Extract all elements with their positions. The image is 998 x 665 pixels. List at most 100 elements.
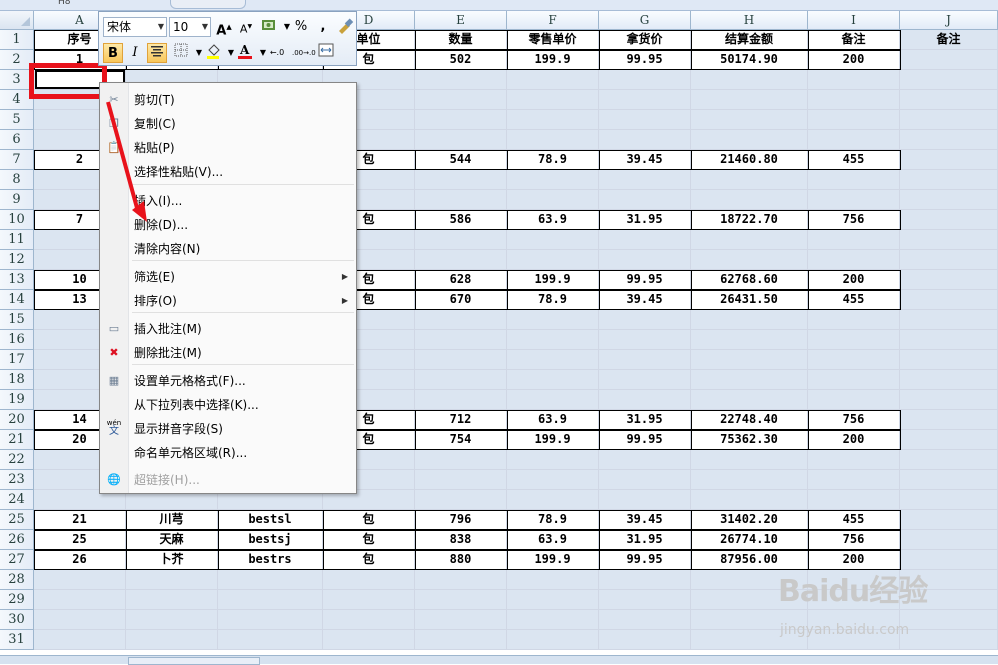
cell-f1[interactable]: 零售单价	[507, 30, 599, 50]
cell-f24[interactable]	[507, 490, 599, 510]
cell-f27[interactable]: 199.9	[507, 550, 599, 570]
row-header-14[interactable]: 14	[0, 290, 34, 310]
row-header-10[interactable]: 10	[0, 210, 34, 230]
cell-f21[interactable]: 199.9	[507, 430, 599, 450]
cell-i22[interactable]	[808, 450, 900, 470]
cell-i3[interactable]	[808, 70, 900, 90]
row-header-7[interactable]: 7	[0, 150, 34, 170]
cell-j24[interactable]	[900, 490, 998, 510]
cell-e20[interactable]: 712	[415, 410, 507, 430]
cell-j26[interactable]	[900, 530, 998, 550]
cell-i10[interactable]: 756	[808, 210, 900, 230]
cell-f19[interactable]	[507, 390, 599, 410]
cell-j11[interactable]	[900, 230, 998, 250]
cell-h11[interactable]	[691, 230, 808, 250]
menu-item-11[interactable]: ▦ 设置单元格格式(F)...	[100, 369, 356, 393]
cell-f25[interactable]: 78.9	[507, 510, 599, 530]
cell-h23[interactable]	[691, 470, 808, 490]
cell-b25[interactable]: 川芎	[126, 510, 218, 530]
row-header-26[interactable]: 26	[0, 530, 34, 550]
cell-h6[interactable]	[691, 130, 808, 150]
select-all-corner[interactable]	[0, 11, 34, 30]
cell-e9[interactable]	[415, 190, 507, 210]
cell-e22[interactable]	[415, 450, 507, 470]
cell-i7[interactable]: 455	[808, 150, 900, 170]
center-align-button[interactable]	[147, 43, 167, 63]
cell-h17[interactable]	[691, 350, 808, 370]
cell-h3[interactable]	[691, 70, 808, 90]
cell-i26[interactable]: 756	[808, 530, 900, 550]
cell-i13[interactable]: 200	[808, 270, 900, 290]
cell-f14[interactable]: 78.9	[507, 290, 599, 310]
menu-item-6[interactable]: 清除内容(N)	[100, 237, 356, 261]
row-header-18[interactable]: 18	[0, 370, 34, 390]
merge-center-button[interactable]	[316, 43, 336, 63]
cell-f15[interactable]	[507, 310, 599, 330]
cell-d30[interactable]	[323, 610, 415, 630]
column-header-h[interactable]: H	[691, 11, 808, 30]
cell-g5[interactable]	[599, 110, 691, 130]
cell-f13[interactable]: 199.9	[507, 270, 599, 290]
cell-j21[interactable]	[900, 430, 998, 450]
cell-g17[interactable]	[599, 350, 691, 370]
cell-e8[interactable]	[415, 170, 507, 190]
row-header-5[interactable]: 5	[0, 110, 34, 130]
formula-expand-tab[interactable]	[170, 0, 246, 9]
bold-button[interactable]: B	[103, 43, 123, 63]
row-header-1[interactable]: 1	[0, 30, 34, 50]
cell-e30[interactable]	[415, 610, 507, 630]
cell-g15[interactable]	[599, 310, 691, 330]
cell-d25[interactable]: 包	[323, 510, 415, 530]
cell-f23[interactable]	[507, 470, 599, 490]
cell-h7[interactable]: 21460.80	[691, 150, 808, 170]
column-header-g[interactable]: G	[599, 11, 691, 30]
cell-e27[interactable]: 880	[415, 550, 507, 570]
cell-i23[interactable]	[808, 470, 900, 490]
cell-e17[interactable]	[415, 350, 507, 370]
cell-g24[interactable]	[599, 490, 691, 510]
row-header-19[interactable]: 19	[0, 390, 34, 410]
cell-a26[interactable]: 25	[34, 530, 126, 550]
cell-j15[interactable]	[900, 310, 998, 330]
cell-f18[interactable]	[507, 370, 599, 390]
cell-j10[interactable]	[900, 210, 998, 230]
cell-i11[interactable]	[808, 230, 900, 250]
cell-g3[interactable]	[599, 70, 691, 90]
cell-g16[interactable]	[599, 330, 691, 350]
cell-h2[interactable]: 50174.90	[691, 50, 808, 70]
cell-e26[interactable]: 838	[415, 530, 507, 550]
menu-item-4[interactable]: 插入(I)...	[100, 189, 356, 213]
cell-j31[interactable]	[900, 630, 998, 650]
cell-e24[interactable]	[415, 490, 507, 510]
row-header-11[interactable]: 11	[0, 230, 34, 250]
cell-g9[interactable]	[599, 190, 691, 210]
cell-h15[interactable]	[691, 310, 808, 330]
cell-f8[interactable]	[507, 170, 599, 190]
cell-g6[interactable]	[599, 130, 691, 150]
cell-h19[interactable]	[691, 390, 808, 410]
cell-f22[interactable]	[507, 450, 599, 470]
cell-h14[interactable]: 26431.50	[691, 290, 808, 310]
cell-h24[interactable]	[691, 490, 808, 510]
row-header-20[interactable]: 20	[0, 410, 34, 430]
cell-f20[interactable]: 63.9	[507, 410, 599, 430]
cell-i4[interactable]	[808, 90, 900, 110]
cell-e19[interactable]	[415, 390, 507, 410]
cell-i15[interactable]	[808, 310, 900, 330]
cell-e28[interactable]	[415, 570, 507, 590]
menu-item-13[interactable]: wén 文显示拼音字段(S)	[100, 417, 356, 441]
cell-j25[interactable]	[900, 510, 998, 530]
cell-j5[interactable]	[900, 110, 998, 130]
cell-e29[interactable]	[415, 590, 507, 610]
cell-a27[interactable]: 26	[34, 550, 126, 570]
cell-f26[interactable]: 63.9	[507, 530, 599, 550]
row-header-17[interactable]: 17	[0, 350, 34, 370]
font-color-button[interactable]: A	[235, 43, 255, 63]
cell-e11[interactable]	[415, 230, 507, 250]
cell-j12[interactable]	[900, 250, 998, 270]
column-header-f[interactable]: F	[507, 11, 599, 30]
cell-j23[interactable]	[900, 470, 998, 490]
row-header-25[interactable]: 25	[0, 510, 34, 530]
cell-i5[interactable]	[808, 110, 900, 130]
cell-c27[interactable]: bestrs	[218, 550, 323, 570]
